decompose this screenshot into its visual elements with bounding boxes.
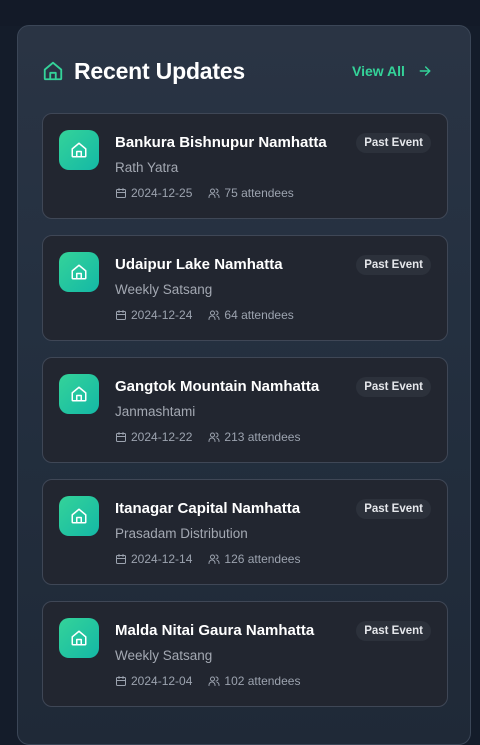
users-icon: [208, 188, 220, 198]
updates-list: Bankura Bishnupur Namhatta Past Event Ra…: [42, 113, 448, 723]
status-badge: Past Event: [356, 377, 431, 397]
update-card[interactable]: Bankura Bishnupur Namhatta Past Event Ra…: [42, 113, 448, 219]
home-icon: [43, 61, 63, 81]
card-title: Gangtok Mountain Namhatta: [115, 378, 320, 395]
event-attendees: 75 attendees: [208, 185, 294, 201]
users-icon: [208, 310, 220, 320]
event-type: Janmashtami: [115, 404, 196, 419]
users-icon: [208, 554, 220, 564]
view-all-label: View All: [352, 63, 405, 79]
event-date: 2024-12-22: [115, 429, 192, 445]
attendees-text: 126 attendees: [224, 552, 301, 566]
status-badge: Past Event: [356, 499, 431, 519]
home-icon: [59, 130, 99, 170]
home-icon: [59, 374, 99, 414]
status-badge: Past Event: [356, 133, 431, 153]
attendees-text: 102 attendees: [224, 674, 301, 688]
date-text: 2024-12-25: [131, 186, 193, 200]
card-title: Itanagar Capital Namhatta: [115, 500, 301, 517]
home-icon: [59, 252, 99, 292]
attendees-text: 64 attendees: [224, 308, 294, 322]
event-attendees: 102 attendees: [208, 673, 300, 689]
event-date: 2024-12-14: [115, 551, 192, 567]
users-icon: [208, 432, 220, 442]
status-badge: Past Event: [356, 255, 431, 275]
status-badge: Past Event: [356, 621, 431, 641]
card-meta: 2024-12-14 126 attendees: [115, 551, 300, 567]
card-meta: 2024-12-04 102 attendees: [115, 673, 300, 689]
card-meta: 2024-12-25 75 attendees: [115, 185, 294, 201]
event-attendees: 213 attendees: [208, 429, 300, 445]
date-text: 2024-12-24: [131, 308, 193, 322]
update-card[interactable]: Gangtok Mountain Namhatta Past Event Jan…: [42, 357, 448, 463]
page-title: Recent Updates: [74, 58, 246, 84]
event-attendees: 126 attendees: [208, 551, 300, 567]
home-icon: [59, 618, 99, 658]
event-type: Weekly Satsang: [115, 648, 213, 663]
event-type: Prasadam Distribution: [115, 526, 248, 541]
calendar-icon: [116, 554, 126, 564]
page-top-background: [0, 0, 480, 26]
attendees-text: 75 attendees: [224, 186, 294, 200]
card-title: Bankura Bishnupur Namhatta: [115, 134, 327, 151]
event-date: 2024-12-04: [115, 673, 192, 689]
view-all-link[interactable]: View All: [352, 56, 433, 86]
arrow-right-icon: [419, 66, 431, 76]
event-type: Rath Yatra: [115, 160, 179, 175]
panel-header: Recent Updates View All: [42, 56, 448, 86]
card-title: Udaipur Lake Namhatta: [115, 256, 283, 273]
card-meta: 2024-12-24 64 attendees: [115, 307, 294, 323]
calendar-icon: [116, 432, 126, 442]
event-type: Weekly Satsang: [115, 282, 213, 297]
event-attendees: 64 attendees: [208, 307, 294, 323]
card-meta: 2024-12-22 213 attendees: [115, 429, 300, 445]
calendar-icon: [116, 310, 126, 320]
recent-updates-panel: Recent Updates View All Bankura Bishnupu…: [17, 25, 471, 745]
update-card[interactable]: Udaipur Lake Namhatta Past Event Weekly …: [42, 235, 448, 341]
card-title: Malda Nitai Gaura Namhatta: [115, 622, 315, 639]
calendar-icon: [116, 676, 126, 686]
date-text: 2024-12-04: [131, 674, 193, 688]
date-text: 2024-12-22: [131, 430, 193, 444]
update-card[interactable]: Itanagar Capital Namhatta Past Event Pra…: [42, 479, 448, 585]
home-icon: [59, 496, 99, 536]
event-date: 2024-12-25: [115, 185, 192, 201]
event-date: 2024-12-24: [115, 307, 192, 323]
calendar-icon: [116, 188, 126, 198]
users-icon: [208, 676, 220, 686]
date-text: 2024-12-14: [131, 552, 193, 566]
attendees-text: 213 attendees: [224, 430, 301, 444]
update-card[interactable]: Malda Nitai Gaura Namhatta Past Event We…: [42, 601, 448, 707]
